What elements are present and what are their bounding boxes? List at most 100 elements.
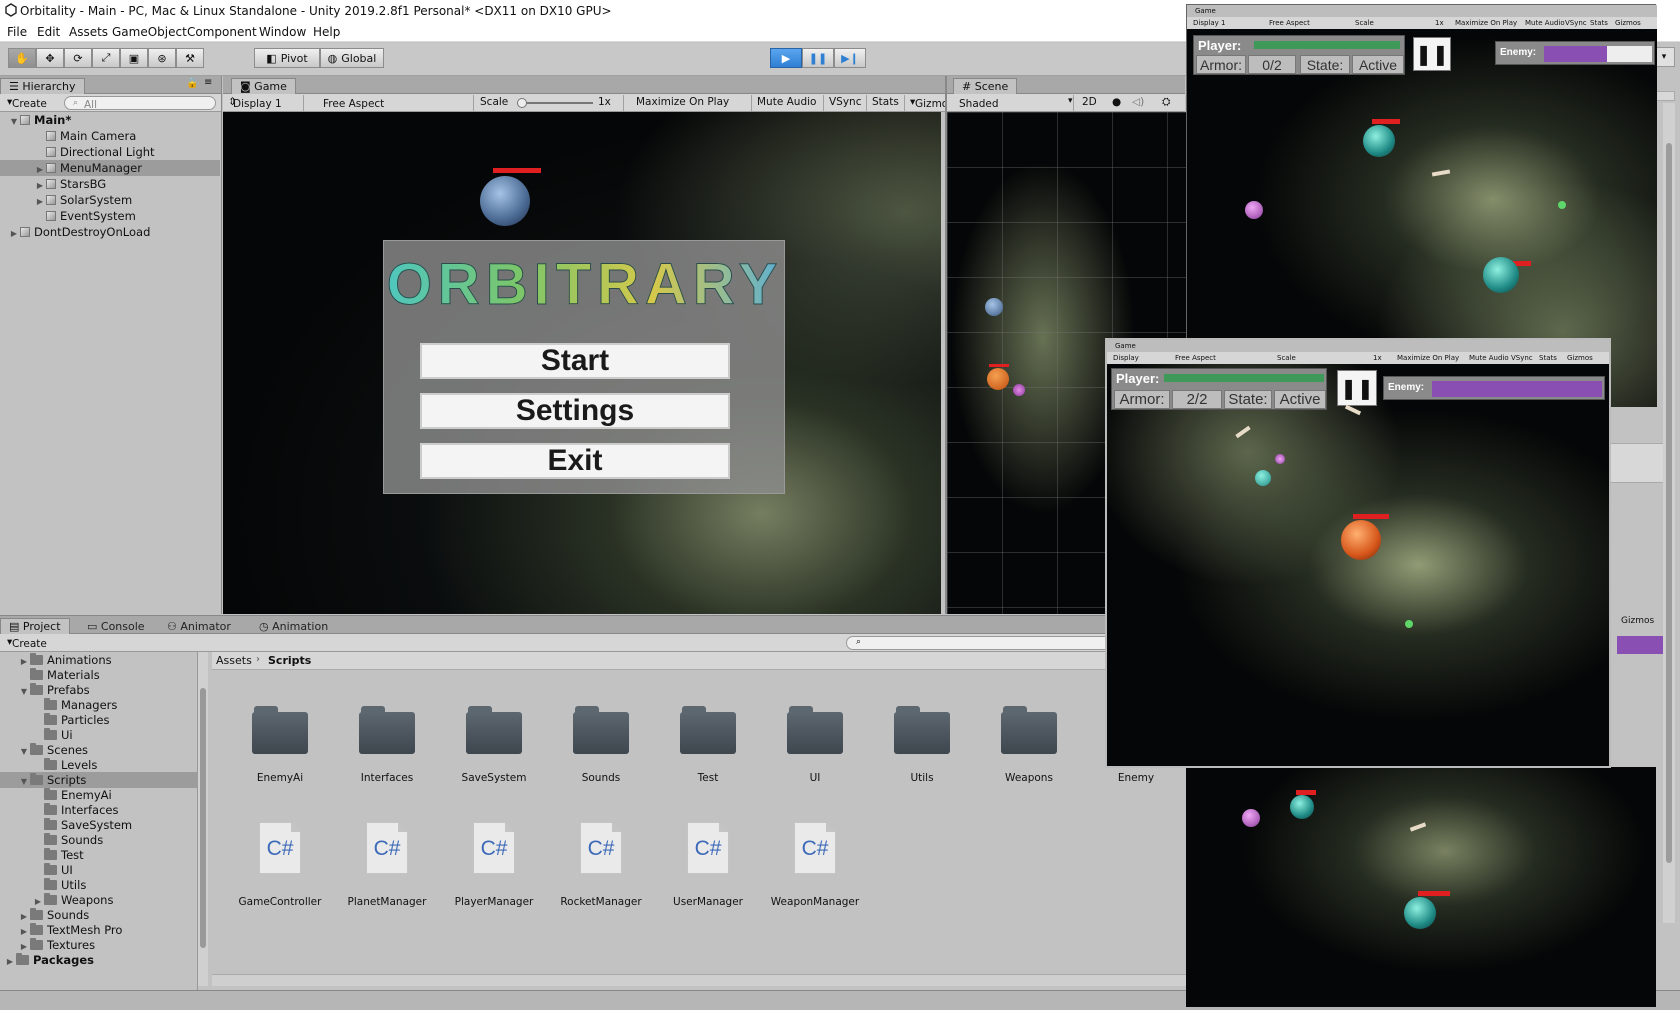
project-folder-item[interactable]: Particles xyxy=(0,712,198,728)
player2-aspect[interactable]: Free Aspect xyxy=(1175,352,1216,364)
folder-asset[interactable]: UI xyxy=(765,706,865,784)
hierarchy-item[interactable]: ▶ MenuManager xyxy=(0,160,220,176)
scale-tool-button[interactable]: ⤢ xyxy=(92,48,120,68)
project-folder-item[interactable]: Utils xyxy=(0,877,198,893)
player1-tab[interactable]: Game xyxy=(1195,5,1216,17)
breadcrumb-scripts[interactable]: Scripts xyxy=(268,654,311,667)
tree-scrollbar-thumb[interactable] xyxy=(200,688,206,948)
player1-gizmos[interactable]: Gizmos xyxy=(1615,17,1641,29)
vsync-toggle[interactable]: VSync xyxy=(824,96,867,108)
menu-assets[interactable]: Assets xyxy=(69,25,108,39)
project-folder-item[interactable]: ▼ Scripts xyxy=(0,772,198,788)
menu-help[interactable]: Help xyxy=(313,25,340,39)
tab-scene[interactable]: # Scene xyxy=(953,78,1018,94)
scale-slider-handle[interactable] xyxy=(517,98,527,108)
rotate-tool-button[interactable]: ⟳ xyxy=(64,48,92,68)
mute-audio-toggle[interactable]: Mute Audio xyxy=(752,96,821,108)
script-asset[interactable]: C# RocketManager xyxy=(551,822,651,908)
project-folder-item[interactable]: ▶ Sounds xyxy=(0,907,198,923)
menu-component[interactable]: Component xyxy=(187,25,257,39)
breadcrumb-assets[interactable]: Assets xyxy=(216,654,252,667)
project-folder-item[interactable]: ▶ TextMesh Pro xyxy=(0,922,198,938)
game-viewport[interactable]: ORBITRARY Start Settings Exit xyxy=(223,112,941,614)
menu-window[interactable]: Window xyxy=(259,25,306,39)
player2-viewport[interactable]: Player: Armor: 2/2 State: Active ❚❚ Enem… xyxy=(1107,364,1609,766)
project-folder-item[interactable]: Interfaces xyxy=(0,802,198,818)
player1-mute[interactable]: Mute Audio xyxy=(1525,17,1565,29)
project-folder-item[interactable]: SaveSystem xyxy=(0,817,198,833)
custom-tool-button[interactable]: ⚒ xyxy=(176,48,204,68)
project-folder-item[interactable]: Ui xyxy=(0,727,198,743)
scale-slider[interactable] xyxy=(517,98,593,108)
display-dropdown[interactable]: Display 1 ⇕ xyxy=(223,96,282,110)
project-folder-item[interactable]: UI xyxy=(0,862,198,878)
tree-scrollbar[interactable] xyxy=(198,652,208,986)
player-window-3-viewport[interactable] xyxy=(1186,767,1656,1007)
player1-maximize[interactable]: Maximize On Play xyxy=(1455,17,1517,29)
tab-animator[interactable]: ⚇ Animator xyxy=(158,618,240,634)
tab-hierarchy[interactable]: ☰ Hierarchy xyxy=(0,78,85,94)
2d-toggle[interactable]: 2D xyxy=(1077,96,1102,108)
player2-vsync[interactable]: VSync xyxy=(1511,352,1533,364)
project-folder-item[interactable]: ▶ Animations xyxy=(0,652,198,668)
project-folder-item[interactable]: ▶ Packages xyxy=(0,952,198,968)
project-folder-item[interactable]: ▼ Scenes xyxy=(0,742,198,758)
project-folder-item[interactable]: ▶ Textures xyxy=(0,937,198,953)
hierarchy-item[interactable]: ▶ SolarSystem xyxy=(0,192,220,208)
step-button[interactable]: ▶❙ xyxy=(834,48,866,68)
hierarchy-item[interactable]: ▶ StarsBG xyxy=(0,176,220,192)
pause-button[interactable]: ❚❚ xyxy=(802,48,834,68)
play-button[interactable]: ▶ xyxy=(770,48,802,68)
project-create-dropdown[interactable]: Create ▾ xyxy=(2,636,47,650)
effects-icon[interactable]: ⛭ xyxy=(1157,96,1175,109)
transform-tool-button[interactable]: ⊛ xyxy=(148,48,176,68)
folder-asset[interactable]: Sounds xyxy=(551,706,651,784)
inspector-scrollbar-thumb[interactable] xyxy=(1666,143,1672,863)
project-folder-item[interactable]: ▼ Prefabs xyxy=(0,682,198,698)
player1-aspect[interactable]: Free Aspect xyxy=(1269,17,1310,29)
folder-asset[interactable]: Test xyxy=(658,706,758,784)
folder-asset[interactable]: Utils xyxy=(872,706,972,784)
tab-project[interactable]: ▤ Project xyxy=(0,618,70,634)
player2-display[interactable]: Display xyxy=(1113,352,1139,364)
tab-console[interactable]: ▭ Console xyxy=(78,618,154,634)
script-asset[interactable]: C# WeaponManager xyxy=(765,822,865,908)
menu-file[interactable]: File xyxy=(7,25,27,39)
settings-button[interactable]: Settings xyxy=(420,393,730,429)
player1-pause-button[interactable]: ❚❚ xyxy=(1413,37,1451,71)
inspector-color-swatch[interactable] xyxy=(1617,636,1667,654)
global-button[interactable]: ◍ Global xyxy=(320,48,384,68)
tab-game[interactable]: ◙ Game xyxy=(231,78,296,94)
script-asset[interactable]: C# UserManager xyxy=(658,822,758,908)
exit-button[interactable]: Exit xyxy=(420,443,730,479)
project-folder-item[interactable]: Materials xyxy=(0,667,198,683)
menu-gameobject[interactable]: GameObject xyxy=(112,25,187,39)
folder-asset[interactable]: Weapons xyxy=(979,706,1079,784)
hierarchy-create-dropdown[interactable]: Create ▾ xyxy=(2,96,47,110)
player2-gizmos[interactable]: Gizmos xyxy=(1567,352,1593,364)
player2-maximize[interactable]: Maximize On Play xyxy=(1397,352,1459,364)
player2-tab[interactable]: Game xyxy=(1115,340,1136,352)
folder-asset[interactable]: SaveSystem xyxy=(444,706,544,784)
hierarchy-item[interactable]: ▶ DontDestroyOnLoad xyxy=(0,224,220,240)
hierarchy-item[interactable]: Main Camera xyxy=(0,128,220,144)
maximize-on-play-toggle[interactable]: Maximize On Play xyxy=(631,96,734,108)
menu-icon[interactable]: ≡ xyxy=(204,77,212,88)
project-folder-item[interactable]: ▶ Weapons xyxy=(0,892,198,908)
player2-stats[interactable]: Stats xyxy=(1539,352,1557,364)
tab-animation[interactable]: ◷ Animation xyxy=(250,618,337,634)
stats-toggle[interactable]: Stats xyxy=(867,96,904,108)
gizmos-dropdown[interactable]: Gizmos ▾ xyxy=(905,96,954,110)
script-asset[interactable]: C# GameController xyxy=(230,822,330,908)
menu-edit[interactable]: Edit xyxy=(37,25,60,39)
lock-icon[interactable]: 🔒 xyxy=(186,78,198,89)
expand-arrow-icon[interactable]: ▶ xyxy=(4,954,16,970)
project-folder-item[interactable]: EnemyAi xyxy=(0,787,198,803)
player1-display[interactable]: Display 1 xyxy=(1193,17,1225,29)
project-folder-item[interactable]: Managers xyxy=(0,697,198,713)
project-folder-item[interactable]: Sounds xyxy=(0,832,198,848)
player1-stats[interactable]: Stats xyxy=(1590,17,1608,29)
project-folder-item[interactable]: Levels xyxy=(0,757,198,773)
audio-icon[interactable]: ◁) xyxy=(1127,96,1149,108)
hierarchy-search-input[interactable]: ⌕ All xyxy=(64,96,216,111)
